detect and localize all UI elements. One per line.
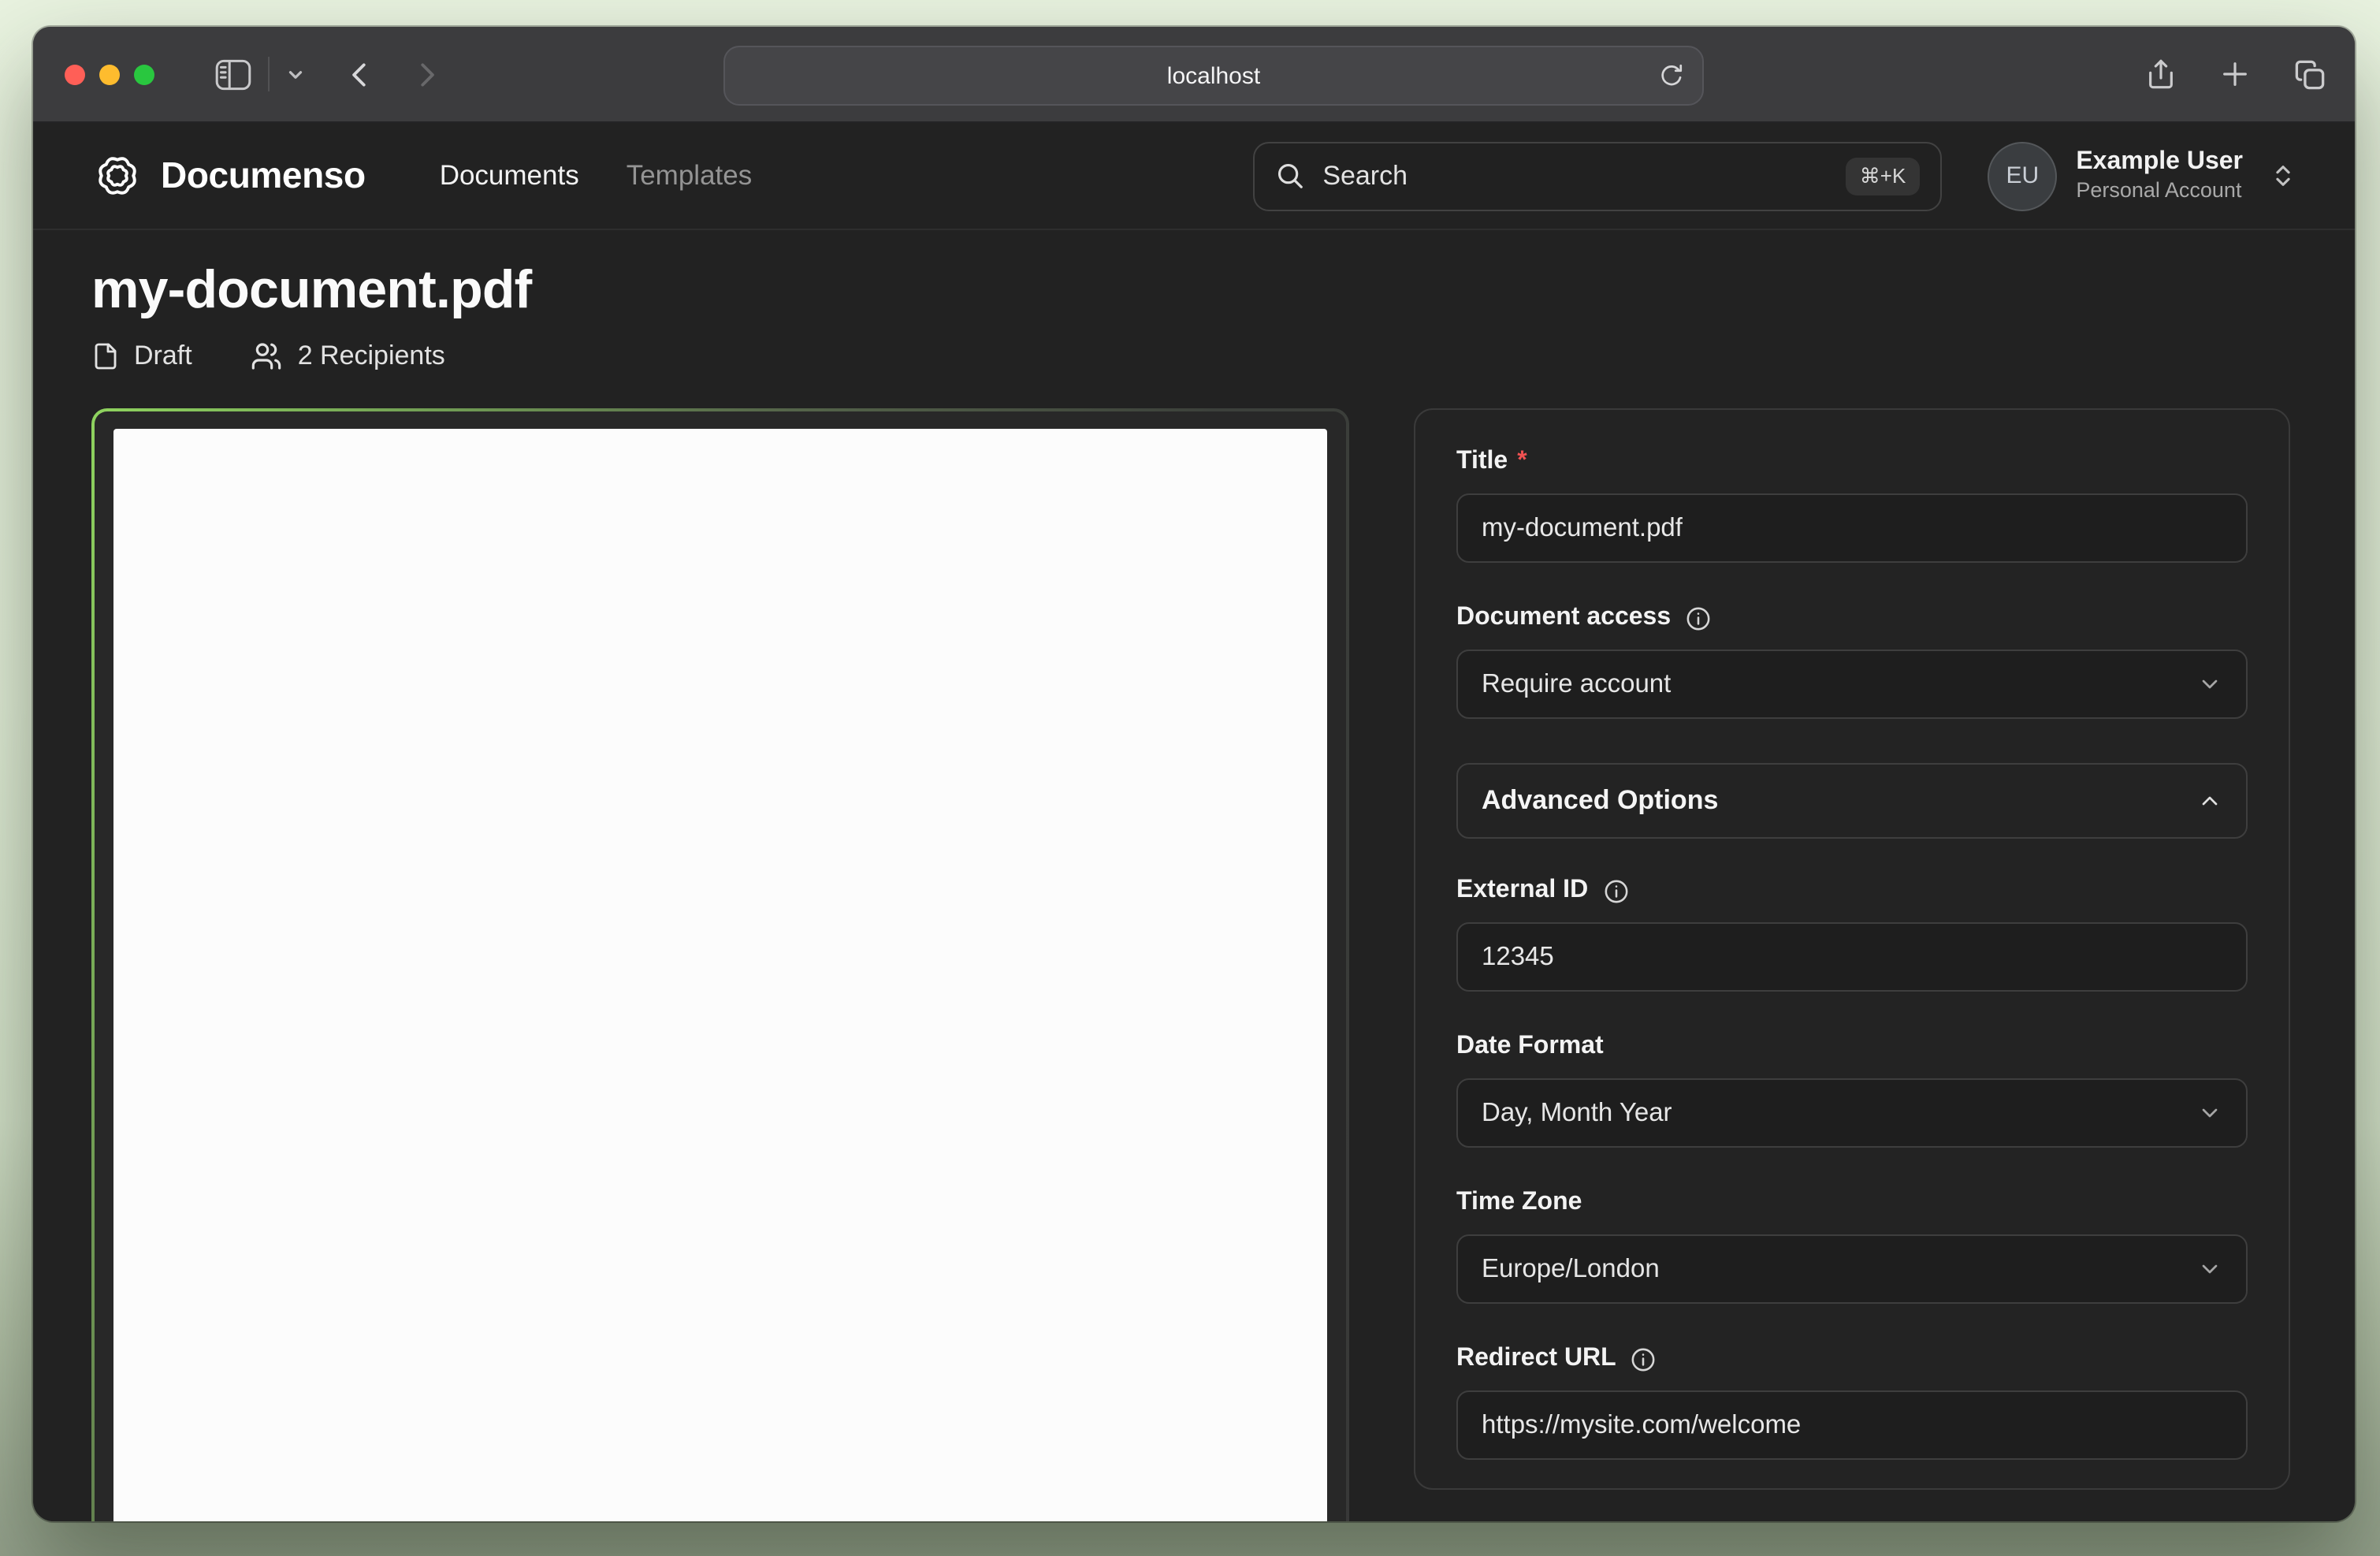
chevron-up-icon	[2197, 788, 2222, 813]
advanced-options-toggle[interactable]: Advanced Options	[1456, 763, 2248, 839]
info-icon[interactable]	[1685, 605, 1712, 631]
new-tab-icon[interactable]	[2219, 58, 2251, 90]
date-format-group: Date Format Day, Month Year	[1456, 1033, 2248, 1148]
status-draft: Draft	[91, 341, 192, 372]
tab-overview-icon[interactable]	[2293, 58, 2326, 91]
title-label-text: Title	[1456, 448, 1508, 476]
page-title: my-document.pdf	[91, 254, 2290, 326]
info-icon[interactable]	[1631, 1346, 1657, 1372]
document-access-label: Document access	[1456, 604, 2248, 632]
chevron-down-icon	[2197, 1100, 2222, 1126]
search-shortcut-badge: ⌘+K	[1846, 157, 1921, 195]
app-header: Documenso Documents Templates Search ⌘+K	[33, 123, 2355, 230]
reload-icon[interactable]	[1658, 62, 1685, 89]
title-field-label: Title *	[1456, 448, 2248, 476]
document-preview-card	[91, 408, 1349, 1521]
redirect-url-label: Redirect URL	[1456, 1345, 2248, 1373]
browser-window: localhost	[33, 27, 2355, 1521]
document-preview-frame	[95, 411, 1346, 1521]
status-label: Draft	[134, 341, 192, 372]
account-menu[interactable]: EU Example User Personal Account	[1988, 141, 2296, 210]
redirect-url-group: Redirect URL	[1456, 1345, 2248, 1460]
document-access-select[interactable]: Require account	[1456, 650, 2248, 719]
search-input[interactable]: Search ⌘+K	[1253, 141, 1942, 210]
main-content: my-document.pdf Draft	[33, 254, 2355, 1521]
time-zone-value: Europe/London	[1482, 1254, 1660, 1284]
brand[interactable]: Documenso	[91, 150, 366, 202]
external-id-group: External ID	[1456, 877, 2248, 992]
redirect-url-input[interactable]	[1456, 1390, 2248, 1460]
title-input[interactable]	[1456, 493, 2248, 563]
time-zone-label-text: Time Zone	[1456, 1189, 1582, 1217]
main-nav: Documents Templates	[440, 159, 753, 192]
nav-templates[interactable]: Templates	[627, 159, 753, 192]
document-access-label-text: Document access	[1456, 604, 1671, 632]
minimize-window-button[interactable]	[99, 64, 120, 84]
browser-toolbar: localhost	[33, 27, 2355, 123]
external-id-label-text: External ID	[1456, 877, 1588, 905]
users-icon	[249, 341, 284, 372]
brand-name: Documenso	[161, 154, 366, 197]
window-controls	[65, 64, 154, 84]
desktop: localhost	[0, 0, 2380, 1556]
account-info: Example User Personal Account	[2076, 147, 2243, 205]
address-bar-url: localhost	[1167, 62, 1260, 89]
address-bar[interactable]: localhost	[723, 46, 1704, 106]
documenso-app: Documenso Documents Templates Search ⌘+K	[33, 123, 2355, 1521]
forward-button[interactable]	[411, 58, 441, 91]
chevrons-up-down-icon	[2270, 162, 2296, 189]
document-access-value: Require account	[1482, 669, 1671, 699]
document-settings-panel: Title * Document access	[1414, 408, 2290, 1490]
documenso-logo-icon	[91, 150, 143, 202]
nav-documents[interactable]: Documents	[440, 159, 579, 192]
close-window-button[interactable]	[65, 64, 85, 84]
file-icon	[91, 341, 120, 372]
external-id-label: External ID	[1456, 877, 2248, 905]
redirect-url-label-text: Redirect URL	[1456, 1345, 1616, 1373]
date-format-label: Date Format	[1456, 1033, 2248, 1061]
search-placeholder: Search	[1322, 160, 1408, 192]
zoom-window-button[interactable]	[134, 64, 154, 84]
time-zone-select[interactable]: Europe/London	[1456, 1234, 2248, 1304]
account-name: Example User	[2076, 147, 2243, 178]
chevron-down-icon	[2197, 1256, 2222, 1282]
account-subtitle: Personal Account	[2076, 178, 2243, 205]
document-access-group: Document access Req	[1456, 604, 2248, 719]
content-columns: Title * Document access	[91, 408, 2290, 1521]
recipients-label: 2 Recipients	[298, 341, 445, 372]
pdf-page[interactable]	[113, 429, 1327, 1521]
time-zone-label: Time Zone	[1456, 1189, 2248, 1217]
share-icon[interactable]	[2145, 57, 2177, 91]
date-format-select[interactable]: Day, Month Year	[1456, 1078, 2248, 1148]
back-button[interactable]	[345, 58, 375, 91]
avatar: EU	[1988, 141, 2057, 210]
avatar-initials: EU	[2006, 162, 2039, 189]
search-icon	[1275, 161, 1305, 191]
toolbar-divider	[268, 57, 270, 91]
chevron-down-icon	[2197, 672, 2222, 697]
status-row: Draft 2 Recipients	[91, 341, 2290, 372]
info-icon[interactable]	[1602, 877, 1629, 904]
external-id-input[interactable]	[1456, 922, 2248, 992]
toolbar-right-actions	[2145, 27, 2326, 121]
status-recipients: 2 Recipients	[249, 341, 445, 372]
sidebar-toggle-icon[interactable]	[214, 58, 252, 91]
advanced-options-label: Advanced Options	[1482, 785, 1718, 817]
required-asterisk: *	[1517, 448, 1527, 476]
date-format-value: Day, Month Year	[1482, 1098, 1672, 1128]
date-format-label-text: Date Format	[1456, 1033, 1604, 1061]
sidebar-chevron-down-icon[interactable]	[285, 64, 306, 84]
time-zone-group: Time Zone Europe/London	[1456, 1189, 2248, 1304]
